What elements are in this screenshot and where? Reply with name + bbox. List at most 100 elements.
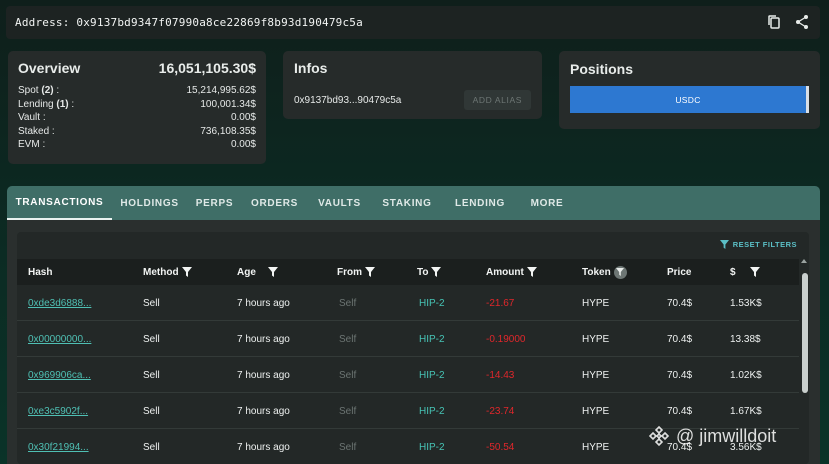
overview-row-label: Vault : <box>18 112 46 123</box>
cell-usd: 13.38$ <box>730 333 761 345</box>
cell-amount: -14.43 <box>486 369 515 381</box>
tab-holdings[interactable]: HOLDINGS <box>112 186 187 220</box>
cell-token: HYPE <box>582 369 610 381</box>
column-hash: Hash <box>28 266 53 278</box>
tab-more[interactable]: MORE <box>518 186 576 220</box>
cell-amount: -23.74 <box>486 405 515 417</box>
overview-total: 16,051,105.30$ <box>158 60 256 76</box>
tab-staking[interactable]: STAKING <box>372 186 442 220</box>
overview-row: Lending (1) : 100,001.34$ <box>18 98 256 112</box>
cell-hash[interactable]: 0xde3d6888... <box>28 285 91 321</box>
column-to[interactable]: To <box>417 259 442 285</box>
cell-amount: -50.54 <box>486 441 515 453</box>
cell-amount: -21.67 <box>486 297 515 309</box>
cell-token: HYPE <box>582 333 610 345</box>
overview-row-value: 15,214,995.62$ <box>186 85 256 96</box>
tab-transactions[interactable]: TRANSACTIONS <box>7 186 112 220</box>
cell-to[interactable]: HIP-2 <box>419 429 445 464</box>
overview-row-value: 736,108.35$ <box>200 125 256 137</box>
cell-from: Self <box>339 333 357 345</box>
copy-icon[interactable] <box>766 14 782 30</box>
column-age[interactable]: Age <box>237 259 279 285</box>
tab-vaults[interactable]: VAULTS <box>307 186 372 220</box>
scroll-up-arrow-icon[interactable] <box>801 259 807 263</box>
cell-hash[interactable]: 0x969906ca... <box>28 357 91 393</box>
overview-card: Overview 16,051,105.30$ Spot (2) : 15,214… <box>8 51 266 164</box>
cell-token: HYPE <box>582 297 610 309</box>
table-header: Hash Method Age From To Amount Token Pri… <box>17 259 799 285</box>
watermark-text: @ jimwilldoit <box>676 425 777 446</box>
scrollbar-thumb[interactable] <box>802 273 808 393</box>
cell-age: 7 hours ago <box>237 333 290 345</box>
cell-usd: 1.53K$ <box>730 297 762 309</box>
cell-token: HYPE <box>582 441 610 453</box>
overview-row-value: 100,001.34$ <box>200 98 256 110</box>
cell-price: 70.4$ <box>667 369 693 381</box>
add-alias-button[interactable]: ADD ALIAS <box>463 90 531 110</box>
cell-method: Sell <box>143 405 160 417</box>
column-amount[interactable]: Amount <box>486 259 537 285</box>
address-actions <box>766 14 810 30</box>
cell-to[interactable]: HIP-2 <box>419 393 445 429</box>
watermark: @ jimwilldoit <box>648 425 776 447</box>
column-token[interactable]: Token <box>582 259 627 285</box>
column-usd[interactable]: $ <box>730 259 761 285</box>
cell-method: Sell <box>143 333 160 345</box>
column-from[interactable]: From <box>337 259 375 285</box>
table-row: 0x969906ca... Sell 7 hours ago Self HIP-2 -14… <box>17 357 799 393</box>
cell-hash[interactable]: 0xe3c5902f... <box>28 393 88 429</box>
tab-lending[interactable]: LENDING <box>442 186 518 220</box>
cell-from: Self <box>339 297 357 309</box>
overview-row: EVM : 0.00$ <box>18 138 256 152</box>
table-row: 0xe3c5902f... Sell 7 hours ago Self HIP-2 -23… <box>17 393 799 429</box>
filter-icon <box>267 267 278 277</box>
cell-from: Self <box>339 441 357 453</box>
cell-to[interactable]: HIP-2 <box>419 321 445 357</box>
tab-perps[interactable]: PERPS <box>187 186 242 220</box>
cell-method: Sell <box>143 441 160 453</box>
cell-from: Self <box>339 369 357 381</box>
filter-icon <box>431 267 442 277</box>
cell-usd: 1.02K$ <box>730 369 762 381</box>
filter-icon <box>526 267 537 277</box>
cell-token: HYPE <box>582 405 610 417</box>
cell-to[interactable]: HIP-2 <box>419 357 445 393</box>
overview-row-label: Lending (1) : <box>18 98 75 110</box>
filter-icon <box>365 267 375 277</box>
tab-bar: TRANSACTIONS HOLDINGS PERPS ORDERS VAULTS STA… <box>7 186 820 220</box>
positions-card: Positions USDC <box>559 51 820 129</box>
filter-icon <box>749 267 760 277</box>
overview-row-label: EVM : <box>18 139 46 150</box>
address-label: Address: 0x9137bd9347f07990a8ce22869f8b9… <box>15 16 363 29</box>
overview-row-label: Staked : <box>18 125 55 137</box>
reset-filters-button[interactable]: RESET FILTERS <box>719 240 797 249</box>
overview-row-value: 0.00$ <box>230 139 256 150</box>
filter-icon[interactable] <box>613 265 627 279</box>
cell-hash[interactable]: 0x30f21994... <box>28 429 89 464</box>
reset-filters-label: RESET FILTERS <box>732 240 797 249</box>
infos-title: Infos <box>294 60 328 76</box>
overview-title: Overview <box>18 60 81 76</box>
filter-icon <box>181 267 192 277</box>
cell-price: 70.4$ <box>667 405 693 417</box>
filter-icon <box>719 240 729 249</box>
cell-from: Self <box>339 405 357 417</box>
share-icon[interactable] <box>794 14 810 30</box>
table-row: 0x00000000... Sell 7 hours ago Self HIP-2 -0.… <box>17 321 799 357</box>
cell-amount: -0.19000 <box>486 333 526 345</box>
cell-price: 70.4$ <box>667 297 693 309</box>
cell-to[interactable]: HIP-2 <box>419 285 445 321</box>
cell-age: 7 hours ago <box>237 405 290 417</box>
overview-row: Spot (2) : 15,214,995.62$ <box>18 84 256 98</box>
table-row: 0xde3d6888... Sell 7 hours ago Self HIP-2 -21… <box>17 285 799 321</box>
column-method[interactable]: Method <box>143 259 192 285</box>
cell-hash[interactable]: 0x00000000... <box>28 321 91 357</box>
infos-card: Infos 0x9137bd93...90479c5a ADD ALIAS <box>283 51 542 119</box>
overview-row-value: 0.00$ <box>230 112 256 123</box>
cell-age: 7 hours ago <box>237 441 290 453</box>
tab-orders[interactable]: ORDERS <box>242 186 307 220</box>
cell-method: Sell <box>143 297 160 309</box>
position-bar-usdc[interactable]: USDC <box>570 86 809 113</box>
overview-row: Vault : 0.00$ <box>18 111 256 125</box>
positions-title: Positions <box>570 61 634 77</box>
